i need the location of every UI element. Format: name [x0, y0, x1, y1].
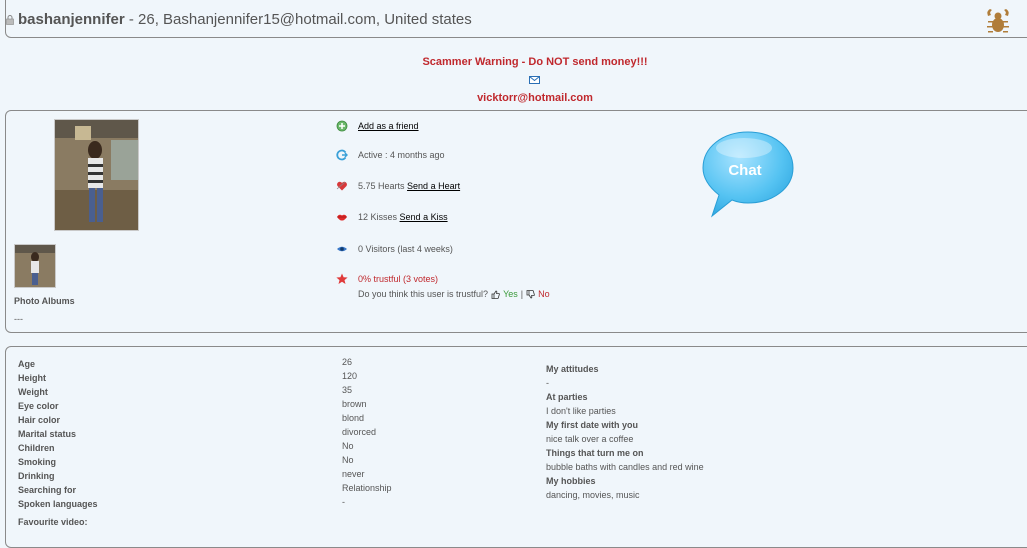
detail-value-eye-color: brown	[342, 399, 367, 409]
about-value-first-date: nice talk over a coffee	[546, 434, 634, 444]
detail-value-age: 26	[342, 357, 353, 367]
profile-panel	[5, 110, 1027, 333]
detail-label-spoken-languages: Spoken languages	[18, 499, 98, 509]
trust-row: 0% trustful (3 votes)	[336, 273, 438, 285]
detail-value-spoken-languages: -	[342, 497, 345, 507]
profile-summary: - 26, Bashanjennifer15@hotmail.com, Unit…	[124, 11, 472, 28]
detail-label-searching-for: Searching for	[18, 485, 77, 495]
star-icon	[336, 273, 348, 284]
detail-value-smoking: No	[342, 455, 354, 465]
visitors-count: 0 Visitors (last 4 weeks)	[358, 244, 453, 254]
send-heart-link[interactable]: Send a Heart	[407, 181, 460, 191]
details-panel	[5, 346, 1027, 548]
photo-albums-label: Photo Albums	[14, 296, 75, 306]
add-friend-row: Add as a friend	[336, 120, 419, 132]
detail-value-drinking: never	[342, 469, 365, 479]
detail-value-marital-status: divorced	[342, 427, 377, 437]
kisses-row: 12 Kisses Send a Kiss	[336, 211, 448, 223]
lock-icon	[6, 15, 14, 25]
kisses-count: 12 Kisses	[358, 212, 398, 222]
detail-label-smoking: Smoking	[18, 457, 57, 467]
detail-value-hair-color: blond	[342, 413, 365, 423]
about-value-at-parties: I don't like parties	[546, 406, 616, 416]
trust-question-row: Do you think this user is trustful? Yes …	[358, 289, 550, 299]
trust-question: Do you think this user is trustful?	[358, 289, 489, 299]
detail-value-height: 120	[342, 371, 358, 381]
chat-button[interactable]: Chat	[700, 128, 796, 220]
profile-username: bashanjennifer	[18, 11, 125, 28]
thumbs-up-icon[interactable]	[491, 290, 500, 299]
about-label-attitudes: My attitudes	[546, 364, 599, 374]
trust-yes-button[interactable]: Yes	[503, 289, 518, 299]
detail-label-hair-color: Hair color	[18, 415, 61, 425]
detail-value-searching-for: Relationship	[342, 483, 392, 493]
active-status: Active : 4 months ago	[358, 150, 445, 160]
active-row: Active : 4 months ago	[336, 149, 445, 161]
heart-icon	[336, 181, 347, 191]
about-label-at-parties: At parties	[546, 392, 588, 402]
trust-separator: |	[520, 289, 524, 299]
about-value-hobbies: dancing, movies, music	[546, 490, 640, 500]
trust-no-button[interactable]: No	[538, 289, 550, 299]
photo-albums-value: ---	[14, 314, 23, 324]
detail-label-favourite-video: Favourite video:	[18, 517, 88, 527]
detail-label-children: Children	[18, 443, 55, 453]
visitors-row: 0 Visitors (last 4 weeks)	[336, 243, 453, 255]
scammer-warning: Scammer Warning - Do NOT send money!!!	[422, 56, 648, 68]
thumbs-down-icon[interactable]	[526, 289, 535, 299]
detail-label-weight: Weight	[18, 387, 48, 397]
scammer-email: vicktorr@hotmail.com	[477, 92, 593, 104]
about-value-turn-on: bubble baths with candles and red wine	[546, 462, 704, 472]
profile-title: bashanjennifer - 26, Bashanjennifer15@ho…	[18, 11, 472, 28]
eye-icon	[337, 246, 347, 252]
mail-icon	[529, 76, 540, 84]
detail-label-marital-status: Marital status	[18, 429, 77, 439]
send-kiss-link[interactable]: Send a Kiss	[400, 212, 448, 222]
add-friend-link[interactable]: Add as a friend	[358, 121, 419, 131]
about-label-hobbies: My hobbies	[546, 476, 596, 486]
scorpio-icon	[987, 9, 1009, 33]
hearts-count: 5.75 Hearts	[358, 181, 405, 191]
about-label-first-date: My first date with you	[546, 420, 639, 430]
detail-value-children: No	[342, 441, 354, 451]
detail-label-age: Age	[18, 359, 36, 369]
activity-icon	[336, 149, 348, 161]
detail-label-eye-color: Eye color	[18, 401, 59, 411]
about-label-turn-on: Things that turn me on	[546, 448, 644, 458]
add-friend-icon	[336, 120, 348, 132]
about-value-attitudes: -	[546, 378, 549, 388]
chat-label: Chat	[728, 162, 761, 179]
photo-thumbnail[interactable]	[14, 244, 56, 288]
lips-icon	[337, 214, 347, 221]
detail-label-height: Height	[18, 373, 46, 383]
hearts-row: 5.75 Hearts Send a Heart	[336, 180, 460, 192]
detail-label-drinking: Drinking	[18, 471, 55, 481]
detail-value-weight: 35	[342, 385, 353, 395]
profile-photo[interactable]	[54, 119, 139, 231]
trust-rating: 0% trustful (3 votes)	[358, 274, 439, 284]
